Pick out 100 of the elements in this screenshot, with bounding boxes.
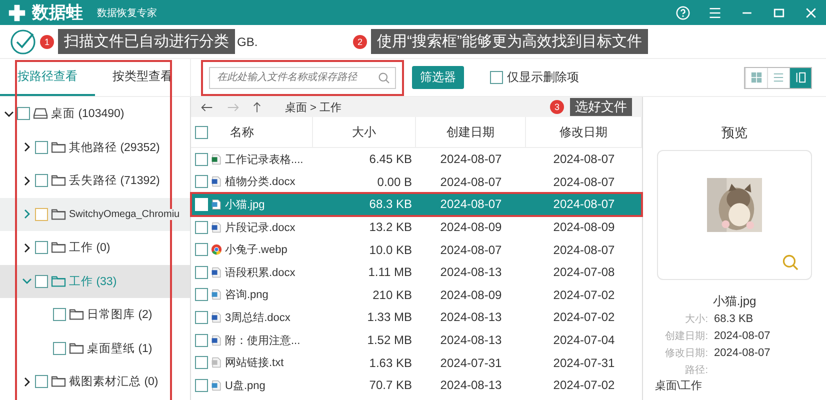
image-file-icon [211, 198, 222, 210]
file-name: 3周总结.docx [225, 310, 290, 325]
up-arrow-icon[interactable] [253, 102, 261, 112]
tree-item[interactable]: 日常图库 (2) [0, 298, 190, 332]
created-date: 2024-08-09 [439, 288, 503, 302]
checkbox[interactable] [195, 175, 208, 188]
view-tab[interactable]: 按类型查看 [95, 59, 190, 96]
info-value: 桌面\工作 [655, 378, 702, 393]
panel-icon[interactable] [795, 72, 806, 83]
folder-icon [51, 140, 66, 154]
checkbox[interactable] [53, 308, 66, 322]
folder-icon [51, 208, 66, 221]
preview-view-button[interactable] [789, 68, 811, 88]
checkbox[interactable] [490, 71, 503, 84]
checkbox[interactable] [53, 342, 66, 355]
help-icon[interactable] [676, 6, 690, 20]
file-size: 70.7 KB [368, 378, 413, 392]
created-date: 2024-08-07 [439, 242, 503, 257]
checkbox[interactable] [35, 375, 48, 388]
breadcrumb[interactable]: 桌面 > 工作 [285, 100, 342, 114]
menu-icon[interactable] [708, 6, 722, 20]
select-all-checkbox[interactable] [195, 126, 208, 138]
zoom-icon[interactable] [782, 254, 799, 271]
view-tab[interactable]: 按路径查看 [0, 59, 95, 96]
modified-date: 2024-08-07 [552, 242, 616, 257]
file-name: 语段积累.docx [225, 266, 296, 280]
info-label: 大小: [684, 312, 708, 326]
tree-label[interactable]: 桌面 (103490) [51, 106, 124, 122]
tree-label[interactable]: 截图素材汇总 (0) [69, 374, 158, 390]
logo-icon [8, 4, 26, 22]
tree-label[interactable]: SwitchyOmega_Chromiu [69, 208, 180, 220]
checkbox[interactable] [35, 274, 48, 288]
browser-file-icon [211, 244, 222, 256]
tree-item[interactable]: 截图素材汇总 (0) [0, 365, 190, 398]
tree-label[interactable]: 工作 (0) [69, 240, 110, 256]
column-header[interactable]: 大小 [313, 117, 416, 147]
file-row[interactable]: U盘.png 70.7 KB 2024-08-13 2024-07-02 [191, 374, 642, 397]
info-value: 68.3 KB [714, 312, 754, 324]
checkbox[interactable] [195, 243, 208, 256]
modified-date: 2024-08-07 [552, 174, 616, 189]
column-header[interactable]: 创建日期 [416, 117, 526, 147]
file-row[interactable]: 咨询.png 210 KB 2024-08-09 2024-07-02 [191, 284, 642, 306]
checkbox[interactable] [35, 208, 48, 221]
checkbox[interactable] [195, 310, 208, 324]
file-size: 1.63 KB [368, 356, 413, 370]
file-size: 0.00 B [376, 174, 413, 189]
column-header[interactable]: 名称 [230, 124, 254, 140]
file-row[interactable]: 工作记录表格.... 6.45 KB 2024-08-07 2024-08-07 [191, 148, 642, 171]
tree-item[interactable]: 工作 (0) [0, 231, 190, 264]
file-row[interactable]: 植物分类.docx 0.00 B 2024-08-07 2024-08-07 [191, 170, 642, 194]
modified-date: 2024-07-04 [552, 333, 616, 348]
checkbox[interactable] [17, 107, 30, 120]
app-subtitle: 数据恢复专家 [97, 6, 157, 20]
checkbox[interactable] [35, 241, 48, 254]
file-row[interactable]: 语段积累.docx 1.11 MB 2024-08-13 2024-07-08 [191, 260, 642, 284]
tree-item[interactable]: 丢失路径 (71392) [0, 164, 190, 198]
file-name: 咨询.png [225, 288, 268, 302]
file-row[interactable]: 附：使用注意... 1.52 MB 2024-08-13 2024-07-04 [191, 328, 642, 352]
file-row[interactable]: 3周总结.docx 1.33 MB 2024-08-13 2024-07-02 [191, 306, 642, 329]
filter-button[interactable]: 筛选器 [412, 66, 464, 89]
tree-label[interactable]: 丢失路径 (71392) [69, 173, 160, 188]
file-row[interactable]: 小兔子.webp 10.0 KB 2024-08-07 2024-08-07 [191, 238, 642, 261]
checkbox[interactable] [195, 356, 208, 370]
grid-icon[interactable] [751, 72, 762, 83]
modified-date: 2024-08-09 [552, 220, 616, 234]
search-icon[interactable] [378, 72, 390, 84]
checkbox[interactable] [195, 220, 208, 234]
tree-label[interactable]: 桌面壁纸 (1) [87, 340, 152, 356]
checkbox[interactable] [35, 140, 48, 154]
column-header[interactable]: 修改日期 [526, 117, 642, 147]
info-label: 路径: [684, 364, 708, 376]
checkbox[interactable] [195, 266, 208, 279]
back-arrow-icon[interactable] [201, 102, 213, 112]
created-date: 2024-07-31 [439, 356, 503, 370]
file-row[interactable]: 片段记录.docx 13.2 KB 2024-08-09 2024-08-09 [191, 216, 642, 238]
modified-date: 2024-07-02 [552, 288, 616, 302]
tree-label[interactable]: 日常图库 (2) [87, 307, 152, 322]
tree-item[interactable]: SwitchyOmega_Chromiu [0, 198, 190, 231]
checkbox[interactable] [195, 334, 208, 347]
modified-date: 2024-08-07 [552, 152, 616, 166]
tree-item[interactable]: 桌面 (103490) [0, 97, 190, 130]
checkbox[interactable] [195, 288, 208, 302]
checkbox[interactable] [195, 152, 208, 166]
file-row[interactable]: 网站链接.txt 1.63 KB 2024-07-31 2024-07-31 [191, 351, 642, 374]
file-name: 工作记录表格.... [225, 152, 304, 167]
file-name: 附：使用注意... [225, 334, 300, 348]
tree-label[interactable]: 其他路径 (29352) [69, 140, 160, 155]
list-icon[interactable] [773, 72, 784, 83]
file-row[interactable]: 小猫.jpg 68.3 KB 2024-08-07 2024-08-07 [191, 193, 642, 216]
forward-arrow-icon[interactable] [227, 102, 239, 112]
checkbox[interactable] [35, 174, 48, 188]
file-name: U盘.png [225, 378, 266, 393]
tree-item[interactable]: 桌面壁纸 (1) [0, 332, 190, 365]
checkbox[interactable] [195, 378, 208, 392]
modified-date: 2024-07-31 [552, 356, 616, 370]
tree-item[interactable]: 其他路径 (29352) [0, 130, 190, 164]
close-icon[interactable] [804, 6, 818, 20]
checkbox-label[interactable]: 仅显示删除项 [507, 69, 579, 86]
created-date: 2024-08-13 [439, 265, 503, 280]
search-field[interactable]: 在此处输入文件名称或保存路径 [209, 66, 396, 88]
